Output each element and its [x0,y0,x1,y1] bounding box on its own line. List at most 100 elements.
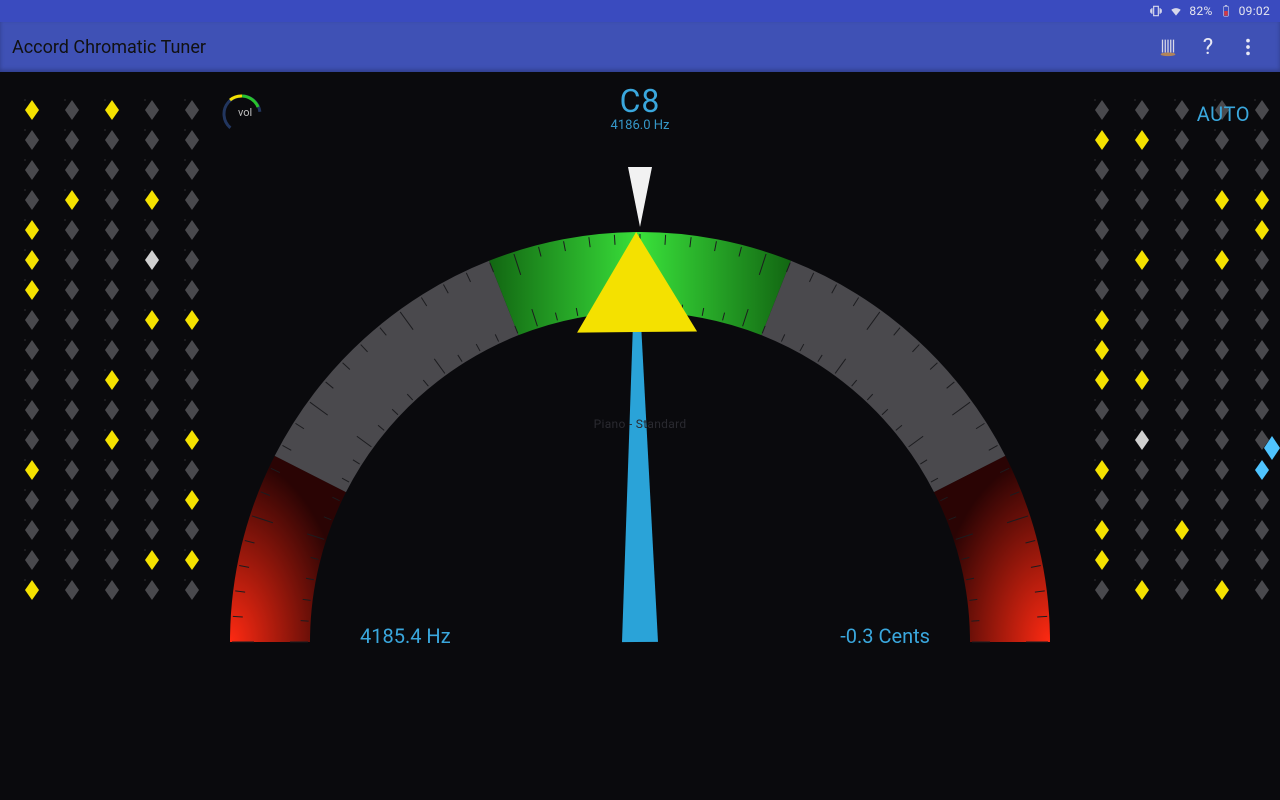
note-cell[interactable] [1156,326,1194,354]
note-cell[interactable] [86,476,124,504]
note-cell[interactable] [166,176,204,204]
overflow-menu-button[interactable] [1228,27,1268,67]
note-cell[interactable] [166,506,204,534]
note-cell[interactable] [1236,386,1274,414]
note-cell[interactable] [166,146,204,174]
note-cell[interactable] [1196,446,1234,474]
note-cell[interactable] [1116,176,1154,204]
note-cell[interactable] [1116,266,1154,294]
note-cell[interactable] [126,326,164,354]
note-cell[interactable] [1236,206,1274,234]
note-cell[interactable] [1156,296,1194,324]
note-cell[interactable] [1236,236,1274,264]
note-cell[interactable] [86,266,124,294]
note-cell[interactable] [166,86,204,114]
note-cell[interactable] [1156,266,1194,294]
note-cell[interactable] [6,86,44,114]
note-cell[interactable] [166,266,204,294]
note-cell[interactable] [1196,266,1234,294]
note-cell[interactable] [1116,146,1154,174]
note-cell[interactable] [46,116,84,144]
note-cell[interactable] [46,386,84,414]
note-cell[interactable] [1156,86,1194,114]
note-cell[interactable] [1076,536,1114,564]
note-cell[interactable] [1156,116,1194,144]
note-cell[interactable] [1116,566,1154,594]
note-cell[interactable] [6,326,44,354]
note-cell[interactable] [1076,416,1114,444]
note-cell[interactable] [1076,86,1114,114]
note-cell[interactable] [166,356,204,384]
note-cell[interactable] [1196,296,1234,324]
note-cell[interactable] [6,476,44,504]
note-cell[interactable] [1116,116,1154,144]
note-cell[interactable] [1076,236,1114,264]
note-cell[interactable] [1116,506,1154,534]
note-cell[interactable] [1236,266,1274,294]
note-cell[interactable] [86,356,124,384]
note-cell[interactable] [6,386,44,414]
note-cell[interactable] [46,296,84,324]
note-cell[interactable] [1196,386,1234,414]
note-cell[interactable] [1076,446,1114,474]
note-cell[interactable] [166,566,204,594]
note-cell[interactable] [1156,476,1194,504]
note-cell[interactable] [6,236,44,264]
note-cell[interactable] [86,506,124,534]
note-cell[interactable] [46,236,84,264]
note-grid-right[interactable] [1070,84,1280,596]
note-cell[interactable] [86,326,124,354]
note-cell[interactable] [1236,326,1274,354]
note-cell[interactable] [6,176,44,204]
note-cell[interactable] [126,116,164,144]
note-cell[interactable] [86,176,124,204]
note-cell[interactable] [126,536,164,564]
note-cell[interactable] [86,416,124,444]
note-cell[interactable] [1076,356,1114,384]
note-cell[interactable] [126,566,164,594]
note-cell[interactable] [1076,326,1114,354]
note-cell[interactable] [1236,296,1274,324]
note-cell[interactable] [86,446,124,474]
note-cell[interactable] [1076,176,1114,204]
note-cell[interactable] [1156,146,1194,174]
note-cell[interactable] [1076,506,1114,534]
note-cell[interactable] [86,146,124,174]
note-cell[interactable] [46,326,84,354]
note-cell[interactable] [86,296,124,324]
note-cell[interactable] [1196,506,1234,534]
note-cell[interactable] [46,506,84,534]
note-cell[interactable] [1156,506,1194,534]
note-cell[interactable] [1236,176,1274,204]
note-cell[interactable] [86,236,124,264]
note-cell[interactable] [1156,536,1194,564]
note-cell[interactable] [1196,416,1234,444]
note-cell[interactable] [1156,416,1194,444]
note-cell[interactable] [126,266,164,294]
note-cell[interactable] [1116,206,1154,234]
note-cell[interactable] [46,86,84,114]
note-cell[interactable] [166,206,204,234]
note-cell[interactable] [46,356,84,384]
note-cell[interactable] [1076,476,1114,504]
note-cell[interactable] [166,116,204,144]
note-cell[interactable] [166,296,204,324]
note-cell[interactable] [1196,236,1234,264]
note-cell[interactable] [46,416,84,444]
note-cell[interactable] [166,236,204,264]
note-cell[interactable] [1116,386,1154,414]
note-cell[interactable] [86,536,124,564]
note-cell[interactable] [126,176,164,204]
note-cell[interactable] [1076,566,1114,594]
strings-button[interactable] [1148,27,1188,67]
note-cell[interactable] [6,296,44,324]
note-cell[interactable] [126,416,164,444]
note-cell[interactable] [86,386,124,414]
note-cell[interactable] [1156,176,1194,204]
note-cell[interactable] [1076,116,1114,144]
note-cell[interactable] [1196,536,1234,564]
note-cell[interactable] [46,146,84,174]
note-cell[interactable] [1116,86,1154,114]
note-cell[interactable] [6,266,44,294]
note-cell[interactable] [166,446,204,474]
